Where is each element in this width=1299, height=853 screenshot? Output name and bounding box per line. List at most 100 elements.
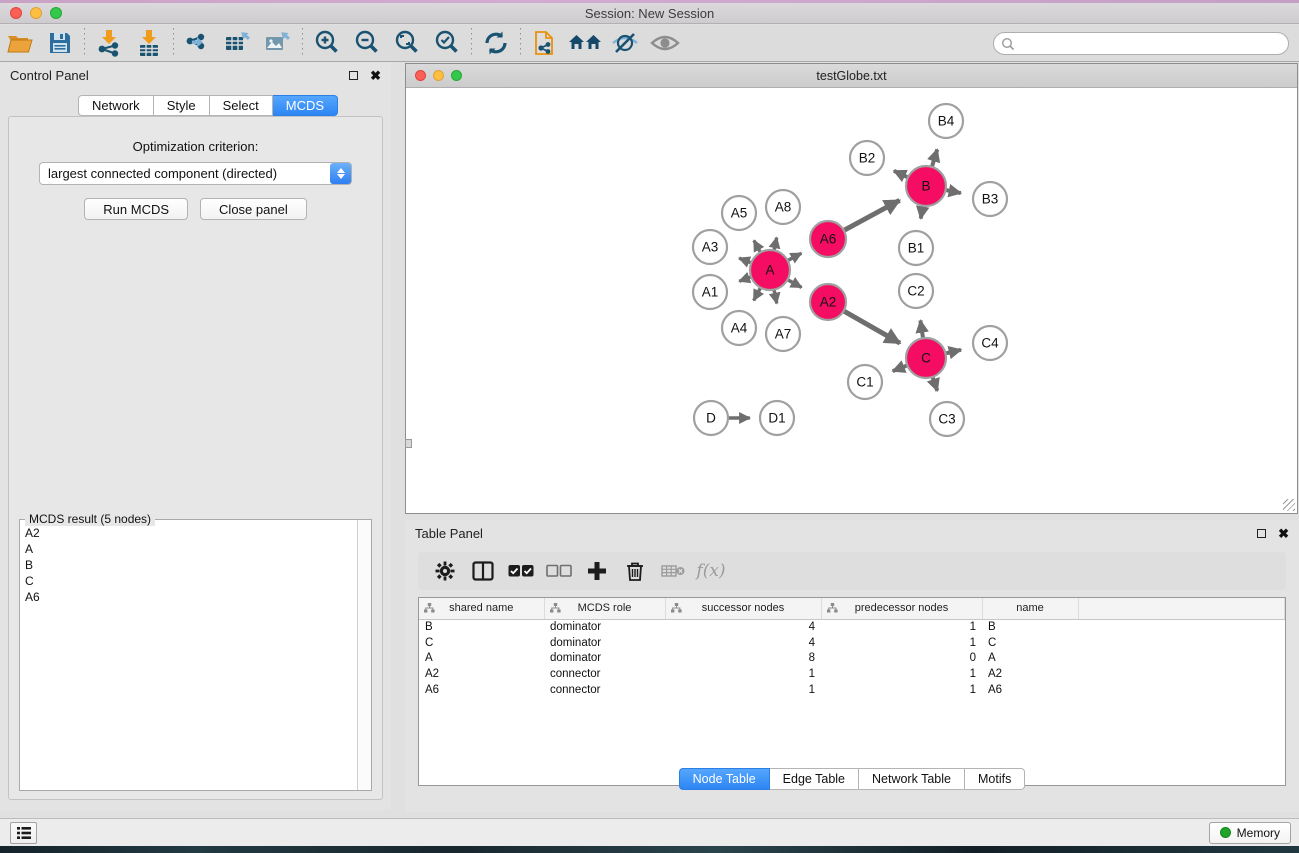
table-cell[interactable]: dominator (544, 635, 665, 651)
table-row[interactable]: A2connector11A2 (419, 666, 1285, 682)
tab-motifs[interactable]: Motifs (965, 768, 1025, 790)
column-header-mcds-role[interactable]: MCDS role (544, 598, 665, 619)
table-cell[interactable]: B (982, 619, 1078, 635)
tab-select[interactable]: Select (210, 95, 273, 116)
network-document-icon[interactable] (525, 26, 565, 60)
table-row[interactable]: Bdominator41B (419, 619, 1285, 635)
graph-edge-A-A8[interactable] (774, 238, 777, 251)
close-table-panel-icon[interactable]: ✖ (1278, 527, 1289, 540)
table-cell[interactable]: C (419, 635, 544, 651)
zoom-out-icon[interactable] (347, 26, 387, 60)
graph-edge-A-A4[interactable] (754, 288, 761, 301)
mcds-result-item[interactable]: B (25, 557, 356, 573)
graph-edge-A-A6[interactable] (788, 253, 802, 260)
graph-edge-A-A3[interactable] (739, 258, 751, 263)
table-cell[interactable]: A (982, 650, 1078, 666)
list-scrollbar[interactable] (357, 520, 371, 790)
table-row[interactable]: Cdominator41C (419, 635, 1285, 651)
mcds-result-item[interactable]: A6 (25, 589, 356, 605)
tab-node-table[interactable]: Node Table (679, 768, 770, 790)
run-mcds-button[interactable]: Run MCDS (84, 198, 188, 220)
graph-edge-A-A1[interactable] (739, 277, 751, 281)
graph-edge-B-B3[interactable] (946, 190, 961, 193)
hide-panel-icon[interactable] (605, 26, 645, 60)
table-cell[interactable]: A (419, 650, 544, 666)
close-panel-button[interactable]: Close panel (200, 198, 307, 220)
select-all-icon[interactable] (502, 555, 540, 587)
table-cell[interactable]: 1 (665, 682, 821, 698)
float-table-panel-icon[interactable] (1257, 529, 1266, 538)
home-icons[interactable] (565, 26, 605, 60)
export-image-icon[interactable] (258, 26, 298, 60)
mcds-result-item[interactable]: A2 (25, 525, 356, 541)
table-cell[interactable]: 8 (665, 650, 821, 666)
table-cell[interactable]: 1 (665, 666, 821, 682)
deselect-all-icon[interactable] (540, 555, 578, 587)
task-history-button[interactable] (10, 822, 37, 844)
import-network-icon[interactable] (89, 26, 129, 60)
tab-mcds[interactable]: MCDS (273, 95, 338, 116)
graph-edge-B-B4[interactable] (932, 149, 937, 166)
tab-network[interactable]: Network (78, 95, 154, 116)
delete-icon[interactable] (616, 555, 654, 587)
window-resize-grip[interactable] (1283, 499, 1295, 511)
splitter-grip[interactable] (405, 439, 412, 448)
graph-edge-B-B1[interactable] (921, 206, 923, 219)
graph-edge-A-A2[interactable] (788, 280, 802, 288)
table-cell[interactable]: connector (544, 682, 665, 698)
column-view-icon[interactable] (464, 555, 502, 587)
table-cell[interactable]: 1 (821, 682, 982, 698)
node-table[interactable]: shared name MCDS role successor nodes pr… (418, 597, 1286, 786)
tab-style[interactable]: Style (154, 95, 210, 116)
table-cell[interactable]: dominator (544, 619, 665, 635)
table-cell[interactable]: B (419, 619, 544, 635)
export-network-icon[interactable] (178, 26, 218, 60)
table-cell[interactable]: 4 (665, 619, 821, 635)
table-cell[interactable]: 4 (665, 635, 821, 651)
criterion-dropdown[interactable]: largest connected component (directed) (39, 162, 352, 185)
save-session-icon[interactable] (40, 26, 80, 60)
graph-edge-C-C4[interactable] (945, 350, 961, 354)
open-file-icon[interactable] (0, 26, 40, 60)
table-cell[interactable]: C (982, 635, 1078, 651)
mcds-result-list[interactable]: A2ABCA6 (21, 523, 356, 789)
gear-icon[interactable] (426, 555, 464, 587)
zoom-in-icon[interactable] (307, 26, 347, 60)
column-header-shared-name[interactable]: shared name (419, 598, 544, 619)
table-cell[interactable]: 1 (821, 666, 982, 682)
mcds-result-item[interactable]: A (25, 541, 356, 557)
column-header-successor-nodes[interactable]: successor nodes (665, 598, 821, 619)
table-cell[interactable]: 1 (821, 619, 982, 635)
table-cell[interactable]: A2 (419, 666, 544, 682)
graph-edge-A6-B[interactable] (844, 200, 900, 230)
graph-edge-B-B2[interactable] (894, 171, 908, 178)
table-cell[interactable]: A2 (982, 666, 1078, 682)
table-cell[interactable]: 0 (821, 650, 982, 666)
graph-edge-A2-C[interactable] (844, 311, 900, 343)
table-cell[interactable]: 1 (821, 635, 982, 651)
zoom-selected-icon[interactable] (427, 26, 467, 60)
zoom-fit-icon[interactable] (387, 26, 427, 60)
add-column-icon[interactable] (578, 555, 616, 587)
graph-edge-C-C3[interactable] (933, 377, 938, 391)
table-cell[interactable]: dominator (544, 650, 665, 666)
refresh-layout-icon[interactable] (476, 26, 516, 60)
tab-edge-table[interactable]: Edge Table (770, 768, 859, 790)
network-canvas[interactable]: B4B2BB3A8A5A6A3B1AA1C2A2A4A7CC1C4C3DD1 (406, 89, 1297, 513)
table-row[interactable]: Adominator80A (419, 650, 1285, 666)
graph-edge-C-C1[interactable] (893, 365, 908, 371)
column-header-name[interactable]: name (982, 598, 1078, 619)
export-table-icon[interactable] (218, 26, 258, 60)
mcds-result-item[interactable]: C (25, 573, 356, 589)
search-input[interactable] (993, 32, 1289, 55)
column-header-predecessor-nodes[interactable]: predecessor nodes (821, 598, 982, 619)
table-cell[interactable]: A6 (982, 682, 1078, 698)
graph-edge-C-C2[interactable] (920, 320, 923, 338)
table-row[interactable]: A6connector11A6 (419, 682, 1285, 698)
tab-network-table[interactable]: Network Table (859, 768, 965, 790)
table-cell[interactable]: connector (544, 666, 665, 682)
show-panel-icon[interactable] (645, 26, 685, 60)
table-cell[interactable]: A6 (419, 682, 544, 698)
network-window-titlebar[interactable]: testGlobe.txt (406, 64, 1297, 88)
memory-button[interactable]: Memory (1209, 822, 1291, 844)
